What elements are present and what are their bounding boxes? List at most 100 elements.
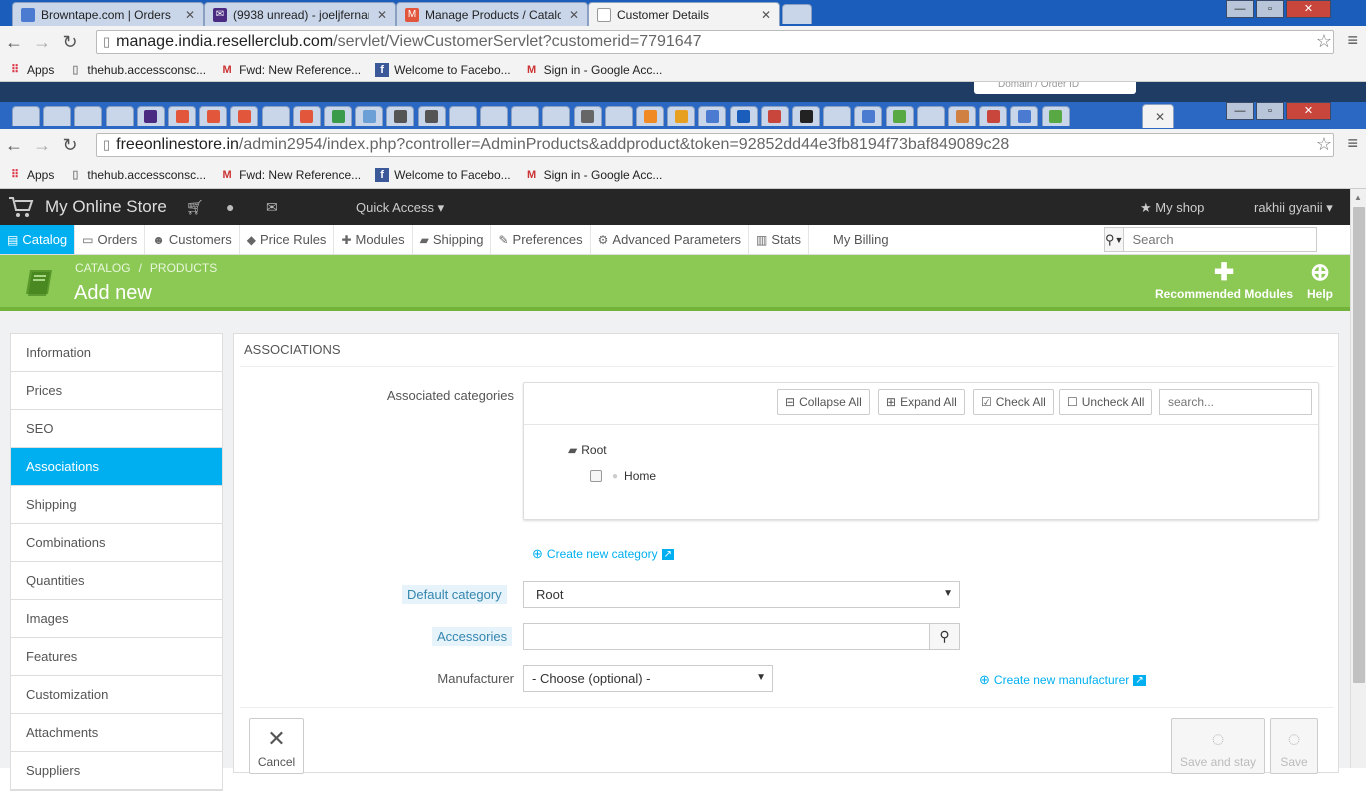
mini-tab[interactable]: [1010, 106, 1039, 126]
scrollbar-thumb[interactable]: [1353, 207, 1365, 683]
cancel-button[interactable]: ✕ Cancel: [249, 718, 304, 774]
envelope-icon[interactable]: ✉: [266, 199, 278, 216]
menu-icon[interactable]: ≡: [1347, 30, 1358, 51]
tab-gmail[interactable]: ✉ (9938 unread) - joeljfernan ✕: [204, 2, 396, 26]
user-icon[interactable]: ●: [226, 199, 234, 215]
breadcrumb-products[interactable]: PRODUCTS: [150, 261, 217, 275]
help-button[interactable]: ⊕ Help: [1300, 259, 1340, 301]
mini-tab[interactable]: [792, 106, 820, 126]
sidebar-item-prices[interactable]: Prices: [11, 372, 222, 410]
nav-catalog[interactable]: ▤ Catalog: [0, 225, 76, 254]
mini-tab[interactable]: [573, 106, 602, 126]
mini-tab[interactable]: [948, 106, 976, 126]
default-category-select[interactable]: Root ▼: [523, 581, 960, 608]
bookmark-apps[interactable]: ⠿ Apps: [8, 168, 54, 182]
cart-logo-icon[interactable]: [6, 192, 36, 222]
breadcrumb-catalog[interactable]: CATALOG: [75, 261, 131, 275]
mini-tab[interactable]: [43, 106, 72, 126]
back-icon[interactable]: ←: [0, 32, 28, 53]
mini-tab[interactable]: [729, 106, 758, 126]
sidebar-item-quantities[interactable]: Quantities: [11, 562, 222, 600]
address-bar[interactable]: ▯ freeonlinestore.in/admin2954/index.php…: [96, 133, 1334, 157]
tab-admin-products[interactable]: ✕: [1142, 104, 1174, 128]
mini-tab[interactable]: [448, 106, 477, 126]
mini-tab[interactable]: [417, 106, 446, 126]
close-window-button[interactable]: ✕: [1286, 102, 1331, 120]
sidebar-item-customization[interactable]: Customization: [11, 676, 222, 714]
accessories-search-button[interactable]: ⚲: [930, 623, 960, 650]
mini-tab[interactable]: [854, 106, 883, 126]
check-all-button[interactable]: ☑ Check All: [973, 389, 1054, 415]
mini-tab[interactable]: [667, 106, 696, 126]
bookmark-star-icon[interactable]: ☆: [1316, 134, 1332, 155]
mini-tab[interactable]: [199, 106, 228, 126]
mini-tab[interactable]: [979, 106, 1008, 126]
bookmark-fwd[interactable]: M Fwd: New Reference...: [220, 168, 362, 182]
category-search-input[interactable]: [1159, 389, 1312, 415]
sidebar-item-features[interactable]: Features: [11, 638, 222, 676]
sidebar-item-shipping[interactable]: Shipping: [11, 486, 222, 524]
uncheck-all-button[interactable]: ☐ Uncheck All: [1059, 389, 1153, 415]
cart-icon[interactable]: 🛒︎: [186, 199, 204, 216]
collapse-all-button[interactable]: ⊟ Collapse All: [777, 389, 870, 415]
scroll-up-icon[interactable]: ▲: [1354, 193, 1362, 202]
search-type-button[interactable]: ⚲ ▼: [1104, 227, 1124, 252]
nav-modules[interactable]: ✚ Modules: [334, 225, 413, 254]
page-scrollbar[interactable]: ▲: [1350, 189, 1366, 768]
save-button[interactable]: ◌ Save: [1270, 718, 1318, 774]
expand-all-button[interactable]: ⊞ Expand All: [878, 389, 965, 415]
accessories-input[interactable]: [523, 623, 930, 650]
sidebar-item-associations[interactable]: Associations: [11, 448, 222, 486]
minimize-button[interactable]: —: [1226, 102, 1254, 120]
mini-tab[interactable]: [1041, 106, 1070, 126]
mini-tab[interactable]: [230, 106, 259, 126]
mini-tab[interactable]: [760, 106, 789, 126]
nav-my-billing[interactable]: My Billing: [809, 225, 896, 254]
forward-icon[interactable]: →: [28, 32, 56, 53]
close-window-button[interactable]: ✕: [1286, 0, 1331, 18]
mini-tab[interactable]: [261, 106, 290, 126]
manufacturer-select[interactable]: - Choose (optional) - ▼: [523, 665, 773, 692]
address-bar[interactable]: ▯ manage.india.resellerclub.com/servlet/…: [96, 30, 1334, 54]
my-shop-link[interactable]: ★ My shop: [1140, 200, 1204, 216]
nav-price-rules[interactable]: ◆ Price Rules: [240, 225, 335, 254]
mini-tab[interactable]: [636, 106, 664, 126]
mini-tab[interactable]: [168, 106, 196, 126]
maximize-button[interactable]: ▫: [1256, 0, 1284, 18]
tab-customer-details[interactable]: Customer Details ✕: [588, 2, 780, 26]
menu-icon[interactable]: ≡: [1347, 133, 1358, 154]
nav-stats[interactable]: ▥ Stats: [749, 225, 809, 254]
close-icon[interactable]: ✕: [1153, 110, 1165, 124]
bookmark-facebook[interactable]: f Welcome to Facebo...: [375, 62, 511, 77]
mini-tab[interactable]: [355, 106, 384, 126]
mini-tab[interactable]: [542, 106, 571, 126]
nav-preferences[interactable]: ✎ Preferences: [491, 225, 591, 254]
sidebar-item-images[interactable]: Images: [11, 600, 222, 638]
mini-tab[interactable]: [916, 106, 945, 126]
tab-browntape[interactable]: Browntape.com | Orders ✕: [12, 2, 204, 26]
save-and-stay-button[interactable]: ◌ Save and stay: [1171, 718, 1265, 774]
reload-icon[interactable]: ↻: [56, 32, 84, 53]
mini-tab[interactable]: [386, 106, 415, 126]
bookmark-star-icon[interactable]: ☆: [1316, 31, 1332, 52]
new-tab-button[interactable]: [782, 4, 812, 24]
bookmark-facebook[interactable]: f Welcome to Facebo...: [375, 167, 511, 182]
maximize-button[interactable]: ▫: [1256, 102, 1284, 120]
close-icon[interactable]: ✕: [369, 8, 387, 22]
mini-tab[interactable]: [480, 106, 508, 126]
bookmark-apps[interactable]: ⠿ Apps: [8, 63, 54, 77]
user-menu[interactable]: rakhii gyanii ▾: [1254, 200, 1333, 216]
close-icon[interactable]: ✕: [561, 8, 579, 22]
nav-customers[interactable]: ☻ Customers: [145, 225, 240, 254]
create-manufacturer-link[interactable]: ⊕ Create new manufacturer ↗: [979, 672, 1146, 688]
reload-icon[interactable]: ↻: [56, 135, 84, 156]
bookmark-fwd[interactable]: M Fwd: New Reference...: [220, 63, 362, 77]
back-icon[interactable]: ←: [0, 135, 28, 156]
close-icon[interactable]: ✕: [753, 8, 771, 22]
store-name[interactable]: My Online Store: [45, 197, 167, 217]
mini-tab[interactable]: [823, 106, 852, 126]
sidebar-item-information[interactable]: Information: [11, 334, 222, 372]
mini-tab[interactable]: [511, 106, 540, 126]
mini-tab[interactable]: [698, 106, 727, 126]
close-icon[interactable]: ✕: [177, 8, 195, 22]
